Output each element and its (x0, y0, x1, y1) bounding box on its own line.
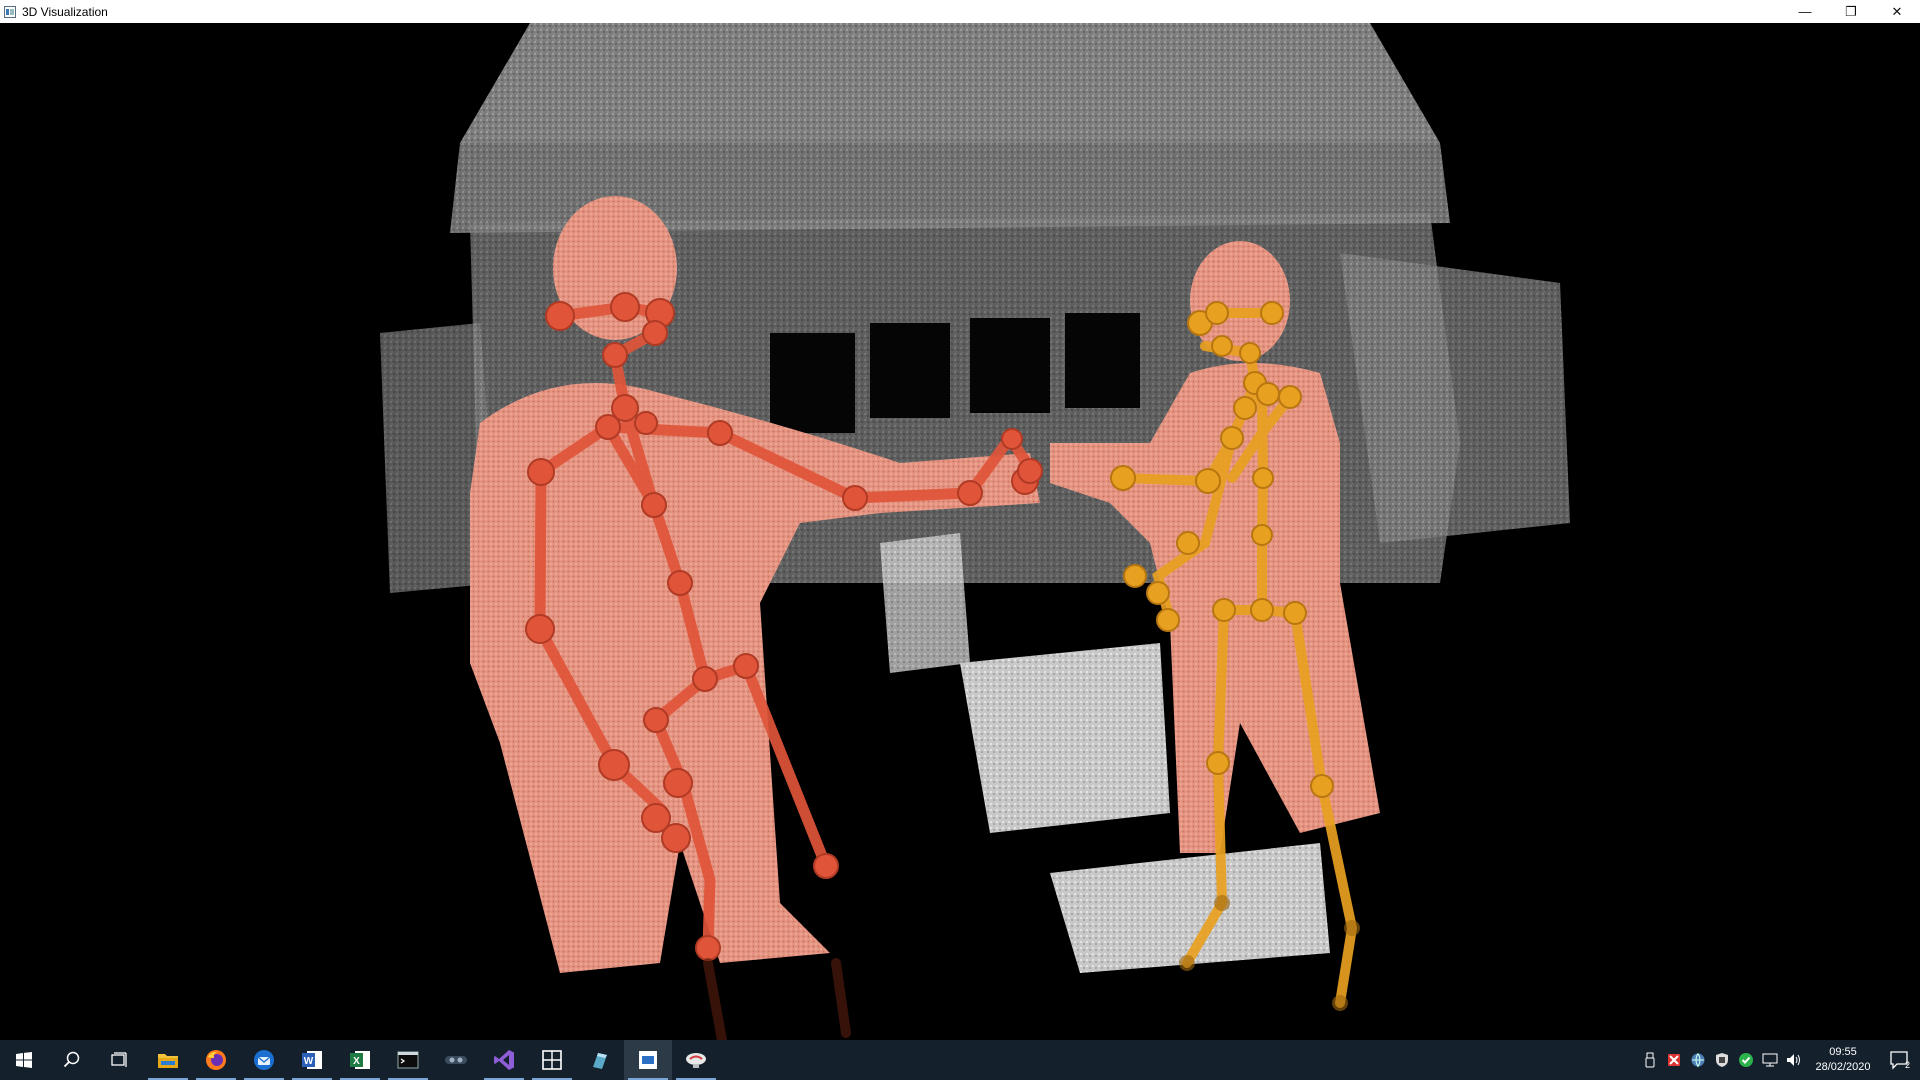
clock-time: 09:55 (1829, 1046, 1857, 1058)
task-view-icon[interactable] (96, 1040, 144, 1080)
svg-text:X: X (353, 1056, 360, 1067)
system-tray: 09:55 28/02/2020 2 (1638, 1040, 1920, 1080)
notification-icon[interactable]: 2 (1880, 1040, 1920, 1080)
skeleton-left-shadow (703, 958, 851, 1040)
visual-studio-icon[interactable] (480, 1040, 528, 1080)
taskbar: W X 09:55 28/02/2020 2 (0, 1040, 1920, 1080)
svg-text:W: W (304, 1056, 314, 1067)
thunderbird-icon[interactable] (240, 1040, 288, 1080)
globe-icon[interactable] (1686, 1040, 1710, 1080)
notification-count: 2 (1905, 1060, 1910, 1070)
close-button[interactable]: ✕ (1874, 0, 1920, 23)
network-error-icon[interactable] (1662, 1040, 1686, 1080)
ethernet-icon[interactable] (1758, 1040, 1782, 1080)
excel-icon[interactable]: X (336, 1040, 384, 1080)
minimize-button[interactable]: — (1782, 0, 1828, 23)
title-bar: 3D Visualization — ❐ ✕ (0, 0, 1920, 23)
firefox-icon[interactable] (192, 1040, 240, 1080)
file-explorer-icon[interactable] (144, 1040, 192, 1080)
terminal-icon[interactable] (384, 1040, 432, 1080)
search-icon[interactable] (48, 1040, 96, 1080)
3d-viewport[interactable] (0, 23, 1920, 1040)
snip-tool-icon[interactable] (528, 1040, 576, 1080)
volume-icon[interactable] (1782, 1040, 1806, 1080)
security-icon[interactable] (1710, 1040, 1734, 1080)
shield-check-icon[interactable] (1734, 1040, 1758, 1080)
clock-date: 28/02/2020 (1815, 1061, 1871, 1073)
app-icon[interactable] (576, 1040, 624, 1080)
window-app-icon (4, 5, 16, 18)
app-icon[interactable] (672, 1040, 720, 1080)
restore-button[interactable]: ❐ (1828, 0, 1874, 23)
word-icon[interactable]: W (288, 1040, 336, 1080)
clock[interactable]: 09:55 28/02/2020 (1806, 1045, 1880, 1075)
window-title: 3D Visualization (22, 4, 108, 19)
usb-icon[interactable] (1638, 1040, 1662, 1080)
app-icon[interactable] (432, 1040, 480, 1080)
windows-start-icon[interactable] (0, 1040, 48, 1080)
3d-visualization-icon[interactable] (624, 1040, 672, 1080)
point-cloud-scene[interactable] (0, 23, 1920, 1040)
